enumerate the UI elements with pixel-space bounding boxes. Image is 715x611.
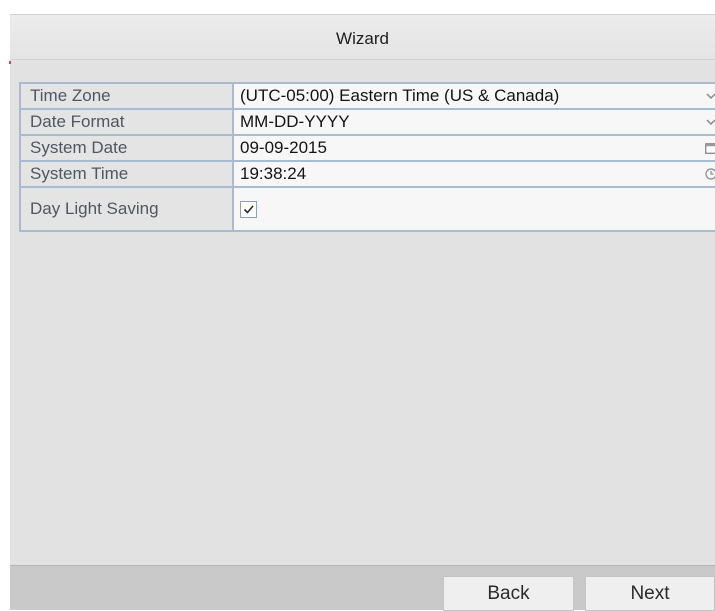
footer-bar: Back Next [10, 565, 715, 611]
date-format-label: Date Format [19, 108, 234, 136]
title-bar: Wizard [10, 14, 715, 60]
accent-mark [9, 61, 11, 64]
system-date-label: System Date [19, 134, 234, 162]
system-date-field[interactable]: 09-09-2015 [232, 134, 715, 162]
clock-icon[interactable] [705, 168, 715, 180]
next-button[interactable]: Next [585, 576, 715, 611]
wizard-window: Wizard Time Zone (UTC-05:00) Eastern Tim… [10, 14, 715, 611]
day-light-saving-cell [232, 186, 715, 232]
day-light-saving-label: Day Light Saving [19, 186, 234, 232]
time-zone-label: Time Zone [19, 82, 234, 110]
form-row-day-light-saving: Day Light Saving [19, 186, 715, 232]
system-date-value: 09-09-2015 [240, 138, 327, 157]
system-time-label: System Time [19, 160, 234, 188]
time-zone-value: (UTC-05:00) Eastern Time (US & Canada) [240, 86, 560, 105]
window-title: Wizard [336, 29, 389, 48]
system-time-value: 19:38:24 [240, 164, 307, 183]
form-row-system-date: System Date 09-09-2015 [19, 134, 715, 162]
checkmark-icon [243, 205, 254, 214]
date-format-dropdown[interactable]: MM-DD-YYYY [232, 108, 715, 136]
time-zone-dropdown[interactable]: (UTC-05:00) Eastern Time (US & Canada) [232, 82, 715, 110]
day-light-saving-checkbox[interactable] [240, 201, 257, 219]
date-format-value: MM-DD-YYYY [240, 112, 350, 131]
form-row-time-zone: Time Zone (UTC-05:00) Eastern Time (US &… [19, 82, 715, 110]
form-row-system-time: System Time 19:38:24 [19, 160, 715, 188]
calendar-icon[interactable] [705, 142, 715, 154]
back-button[interactable]: Back [443, 576, 574, 611]
chevron-down-icon[interactable] [705, 116, 715, 128]
settings-form: Time Zone (UTC-05:00) Eastern Time (US &… [19, 82, 715, 232]
form-row-date-format: Date Format MM-DD-YYYY [19, 108, 715, 136]
system-time-field[interactable]: 19:38:24 [232, 160, 715, 188]
chevron-down-icon[interactable] [705, 90, 715, 102]
